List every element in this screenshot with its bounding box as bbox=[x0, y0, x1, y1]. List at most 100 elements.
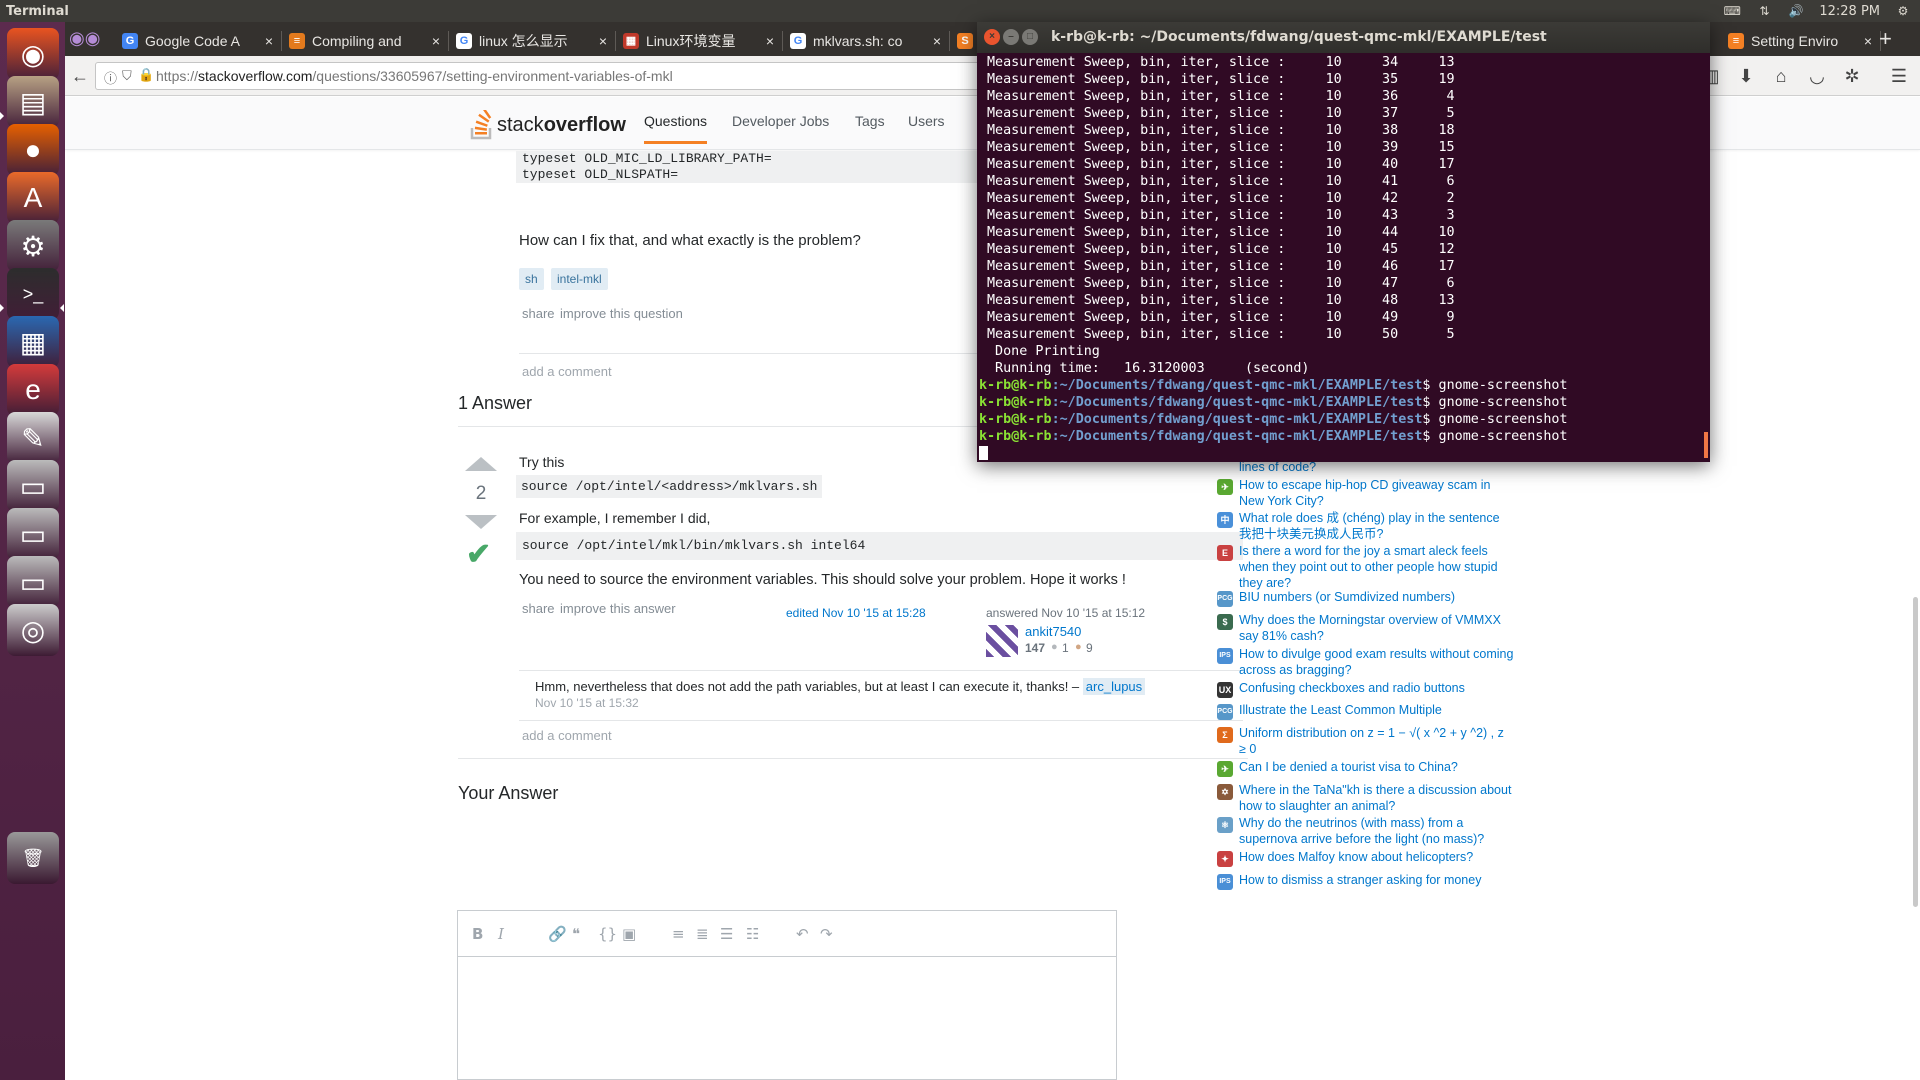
browser-tab[interactable]: Glinux 怎么显示 × bbox=[448, 26, 615, 56]
upvote-button[interactable] bbox=[465, 457, 497, 471]
software-center-icon[interactable]: A bbox=[7, 172, 59, 224]
hot-network-item[interactable]: 中 What role does 成 (chéng) play in the se… bbox=[1217, 510, 1517, 542]
terminal-scroll-indicator[interactable] bbox=[1704, 432, 1708, 458]
hot-network-item[interactable]: IPS How to dismiss a stranger asking for … bbox=[1217, 872, 1517, 890]
hot-network-link[interactable]: BIU numbers (or Sumdivized numbers) bbox=[1239, 589, 1514, 607]
nav-tags[interactable]: Tags bbox=[855, 113, 885, 129]
edited-timestamp[interactable]: edited Nov 10 '15 at 15:28 bbox=[786, 606, 926, 620]
tag-sh[interactable]: sh bbox=[519, 268, 544, 290]
ubuntu-dash-icon[interactable]: ◉ bbox=[7, 28, 59, 80]
tag-intel-mkl[interactable]: intel-mkl bbox=[551, 268, 608, 290]
tab-close-icon[interactable]: × bbox=[766, 33, 774, 49]
tab-close-icon[interactable]: × bbox=[1864, 33, 1872, 49]
pdf-viewer-icon[interactable]: e bbox=[7, 364, 59, 416]
hot-network-link[interactable]: Can I be denied a tourist visa to China? bbox=[1239, 759, 1514, 777]
hot-network-item[interactable]: PCG Illustrate the Least Common Multiple bbox=[1217, 702, 1517, 720]
hot-network-link[interactable]: Is there a word for the joy a smart alec… bbox=[1239, 543, 1514, 591]
numbered-list-icon[interactable]: ≡ bbox=[672, 925, 685, 943]
tab-close-icon[interactable]: × bbox=[599, 33, 607, 49]
dvd-icon[interactable]: ◎ bbox=[7, 604, 59, 656]
url-bar[interactable]: ⓘ ⛉ 🔒 https://stackoverflow.com/question… bbox=[95, 62, 1045, 90]
bold-icon[interactable]: B bbox=[472, 925, 483, 943]
nav-developer-jobs[interactable]: Developer Jobs bbox=[732, 113, 829, 129]
so-logo[interactable]: stack overflow bbox=[470, 107, 626, 140]
hot-network-item[interactable]: ✈ Can I be denied a tourist visa to China… bbox=[1217, 759, 1517, 777]
horizontal-rule-icon[interactable]: ☷ bbox=[746, 925, 759, 943]
tab-close-icon[interactable]: × bbox=[265, 33, 273, 49]
browser-tab[interactable]: G Google Code A × bbox=[114, 26, 281, 56]
drive-icon-3[interactable]: ▭ bbox=[7, 556, 59, 608]
blockquote-icon[interactable]: ❝ bbox=[572, 925, 580, 943]
avatar[interactable] bbox=[986, 625, 1018, 657]
hot-network-link[interactable]: Illustrate the Least Common Multiple bbox=[1239, 702, 1514, 720]
hot-network-link[interactable]: Confusing checkboxes and radio buttons bbox=[1239, 680, 1514, 698]
redo-icon[interactable]: ↷ bbox=[820, 925, 833, 943]
answer-add-comment[interactable]: add a comment bbox=[522, 728, 612, 743]
hot-network-link[interactable]: How to escape hip-hop CD giveaway scam i… bbox=[1239, 477, 1514, 509]
hot-network-item[interactable]: ✡ Where in the TaNa"kh is there a discuss… bbox=[1217, 782, 1517, 814]
hot-network-link[interactable]: How to divulge good exam results without… bbox=[1239, 646, 1514, 678]
browser-tab[interactable]: ≡ Setting Enviro × bbox=[1720, 26, 1880, 56]
hot-network-link[interactable]: How does Malfoy know about helicopters? bbox=[1239, 849, 1514, 867]
code-icon[interactable]: {} bbox=[598, 925, 617, 943]
heading-icon[interactable]: ☰ bbox=[720, 925, 733, 943]
libreoffice-writer-icon[interactable]: ▦ bbox=[7, 316, 59, 368]
network-transfer-icon[interactable]: ⇅ bbox=[1755, 4, 1773, 18]
menu-icon[interactable]: ☰ bbox=[1886, 63, 1912, 89]
tab-close-icon[interactable]: × bbox=[933, 33, 941, 49]
close-icon[interactable]: × bbox=[984, 29, 1000, 45]
page-scrollbar[interactable] bbox=[1913, 597, 1918, 907]
settings-power-icon[interactable]: ⚙ bbox=[1894, 4, 1912, 18]
drive-icon-1[interactable]: ▭ bbox=[7, 460, 59, 512]
answer-improve-link[interactable]: improve this answer bbox=[560, 601, 676, 616]
browser-tab[interactable]: ▦ Linux环境变量 × bbox=[615, 26, 782, 56]
hot-network-link[interactable]: Uniform distribution on z = 1 − √( x ^2 … bbox=[1239, 725, 1514, 757]
question-add-comment[interactable]: add a comment bbox=[522, 364, 612, 379]
terminal-titlebar[interactable]: × – □ k-rb@k-rb: ~/Documents/fdwang/ques… bbox=[977, 22, 1710, 53]
extension-icon[interactable]: ✲ bbox=[1839, 63, 1865, 89]
hot-network-item[interactable]: ✈ How to escape hip-hop CD giveaway scam … bbox=[1217, 477, 1517, 509]
user-name[interactable]: ankit7540 bbox=[1025, 624, 1081, 639]
hot-network-item[interactable]: $ Why does the Morningstar overview of VM… bbox=[1217, 612, 1517, 644]
volume-icon[interactable]: 🔊 bbox=[1787, 4, 1805, 18]
maximize-icon[interactable]: □ bbox=[1022, 29, 1038, 45]
info-icon[interactable]: ⓘ bbox=[104, 68, 117, 87]
hot-network-link[interactable]: Why does the Morningstar overview of VMM… bbox=[1239, 612, 1514, 644]
answer-share-link[interactable]: share bbox=[522, 601, 555, 616]
downloads-icon[interactable]: ⬇ bbox=[1733, 63, 1759, 89]
question-improve-link[interactable]: improve this question bbox=[560, 306, 683, 321]
home-icon[interactable]: ⌂ bbox=[1768, 63, 1794, 89]
hot-network-item[interactable]: E Is there a word for the joy a smart ale… bbox=[1217, 543, 1517, 591]
italic-icon[interactable]: I bbox=[498, 925, 504, 943]
clock[interactable]: 12:28 PM bbox=[1819, 4, 1880, 19]
terminal-window[interactable]: × – □ k-rb@k-rb: ~/Documents/fdwang/ques… bbox=[977, 22, 1710, 462]
shield-icon[interactable]: ⛉ bbox=[122, 68, 132, 84]
hot-network-item[interactable]: ✦ How does Malfoy know about helicopters? bbox=[1217, 849, 1517, 867]
downvote-button[interactable] bbox=[465, 515, 497, 529]
system-settings-icon[interactable]: ⚙ bbox=[7, 220, 59, 272]
terminal-output[interactable]: Measurement Sweep, bin, iter, slice : 10… bbox=[979, 53, 1701, 460]
browser-tab[interactable]: Gmklvars.sh: co × bbox=[782, 26, 949, 56]
back-button[interactable]: ← bbox=[67, 63, 93, 89]
firefox-icon[interactable]: ● bbox=[7, 124, 59, 176]
hot-network-item[interactable]: PCG BIU numbers (or Sumdivized numbers) bbox=[1217, 589, 1517, 607]
tab-close-icon[interactable]: × bbox=[432, 33, 440, 49]
hot-network-link[interactable]: Why do the neutrinos (with mass) from a … bbox=[1239, 815, 1514, 847]
hot-network-item[interactable]: UX Confusing checkboxes and radio buttons bbox=[1217, 680, 1517, 698]
new-tab-button[interactable]: + bbox=[1879, 26, 1892, 52]
hot-network-link[interactable]: What role does 成 (chéng) play in the sen… bbox=[1239, 510, 1514, 542]
link-icon[interactable]: 🔗 bbox=[548, 925, 567, 943]
hot-network-link[interactable]: How to dismiss a stranger asking for mon… bbox=[1239, 872, 1514, 890]
pocket-icon[interactable]: ◡ bbox=[1804, 63, 1830, 89]
answer-textarea[interactable] bbox=[458, 957, 1116, 1079]
files-icon[interactable]: ▤ bbox=[7, 76, 59, 128]
drive-icon-2[interactable]: ▭ bbox=[7, 508, 59, 560]
hot-network-item[interactable]: Σ Uniform distribution on z = 1 − √( x ^2… bbox=[1217, 725, 1517, 757]
hot-network-link[interactable]: Where in the TaNa"kh is there a discussi… bbox=[1239, 782, 1514, 814]
bulleted-list-icon[interactable]: ≣ bbox=[696, 925, 709, 943]
text-editor-icon[interactable]: ✎ bbox=[7, 412, 59, 464]
browser-tab[interactable]: ≡ Compiling and × bbox=[281, 26, 448, 56]
nav-users[interactable]: Users bbox=[908, 113, 945, 129]
hot-network-item[interactable]: ⚛ Why do the neutrinos (with mass) from a… bbox=[1217, 815, 1517, 847]
comment-user[interactable]: arc_lupus bbox=[1082, 678, 1146, 695]
